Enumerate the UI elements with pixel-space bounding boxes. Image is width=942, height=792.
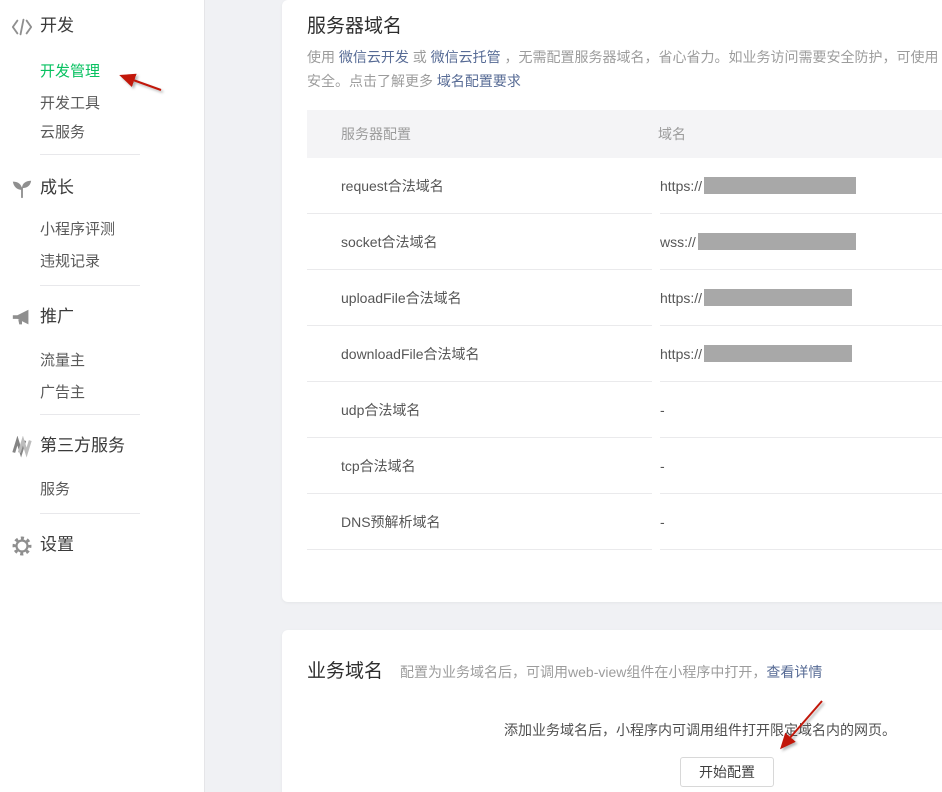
row-domain-value: - (660, 494, 942, 550)
business-domain-card: 业务域名 配置为业务域名后，可调用web-view组件在小程序中打开，查看详情 … (282, 630, 942, 792)
sidebar-section-settings[interactable]: 设置 (40, 535, 74, 555)
third-party-icon (11, 436, 33, 458)
table-row: DNS预解析域名 - (307, 494, 942, 550)
start-configuration-button[interactable]: 开始配置 (680, 757, 774, 787)
redacted-domain (704, 289, 852, 306)
sidebar-divider (40, 513, 140, 514)
table-header: 服务器配置 域名 (307, 110, 942, 158)
business-domain-note: 添加业务域名后，小程序内可调用组件打开限定域名内的网页。 (336, 720, 896, 740)
sidebar-item-cloud-service[interactable]: 云服务 (40, 124, 85, 142)
domain-prefix: https:// (660, 178, 702, 194)
server-domain-table: 服务器配置 域名 request合法域名 https:// socket合法域名… (307, 110, 942, 550)
table-row: tcp合法域名 - (307, 438, 942, 494)
redacted-domain (698, 233, 856, 250)
table-row: udp合法域名 - (307, 382, 942, 438)
header-server-config: 服务器配置 (307, 124, 658, 144)
business-domain-title: 业务域名 (307, 659, 383, 685)
header-domain: 域名 (658, 124, 942, 144)
sidebar-item-service[interactable]: 服务 (40, 481, 70, 499)
link-domain-config-requirements[interactable]: 域名配置要求 (437, 73, 521, 89)
gear-icon (11, 535, 33, 557)
row-config-label: tcp合法域名 (307, 438, 652, 494)
domain-prefix: https:// (660, 346, 702, 362)
business-domain-description: 配置为业务域名后，可调用web-view组件在小程序中打开，查看详情 (400, 662, 822, 682)
link-view-details[interactable]: 查看详情 (766, 664, 822, 680)
server-domain-card: 服务器域名 使用 微信云开发 或 微信云托管 ，无需配置服务器域名，省心省力。如… (282, 0, 942, 602)
sidebar-section-dev[interactable]: 开发 (40, 16, 74, 36)
row-domain-value: https:// (660, 270, 942, 326)
sidebar-section-growth[interactable]: 成长 (40, 178, 74, 198)
code-icon (11, 16, 33, 38)
description-line-1: 使用 微信云开发 或 微信云托管 ，无需配置服务器域名，省心省力。如业务访问需要… (307, 45, 942, 69)
row-domain-value: - (660, 438, 942, 494)
sidebar-divider (40, 285, 140, 286)
sidebar-divider (40, 414, 140, 415)
sidebar-item-dev-tools[interactable]: 开发工具 (40, 95, 100, 113)
table-row: uploadFile合法域名 https:// (307, 270, 942, 326)
sidebar: 开发 开发管理 开发工具 云服务 成长 小程序评测 违规记录 推广 流量主 广告… (0, 0, 205, 792)
sidebar-section-promotion[interactable]: 推广 (40, 307, 74, 327)
table-row: socket合法域名 wss:// (307, 214, 942, 270)
sidebar-item-miniprogram-evaluation[interactable]: 小程序评测 (40, 221, 115, 239)
link-wechat-cloud-dev[interactable]: 微信云开发 (339, 49, 409, 65)
row-config-label: request合法域名 (307, 158, 652, 214)
sidebar-item-traffic-owner[interactable]: 流量主 (40, 352, 85, 370)
domain-prefix: wss:// (660, 234, 696, 250)
sprout-icon (11, 178, 33, 200)
server-domain-description: 使用 微信云开发 或 微信云托管 ，无需配置服务器域名，省心省力。如业务访问需要… (307, 45, 942, 93)
row-config-label: downloadFile合法域名 (307, 326, 652, 382)
domain-empty-dash: - (660, 402, 665, 418)
server-domain-title: 服务器域名 (307, 14, 402, 40)
row-domain-value: https:// (660, 158, 942, 214)
domain-prefix: https:// (660, 290, 702, 306)
description-line-2: 安全。点击了解更多 域名配置要求 (307, 69, 942, 93)
redacted-domain (704, 345, 852, 362)
row-domain-value: https:// (660, 326, 942, 382)
row-domain-value: wss:// (660, 214, 942, 270)
row-config-label: udp合法域名 (307, 382, 652, 438)
domain-empty-dash: - (660, 458, 665, 474)
row-config-label: socket合法域名 (307, 214, 652, 270)
sidebar-item-advertiser[interactable]: 广告主 (40, 384, 85, 402)
domain-empty-dash: - (660, 514, 665, 530)
sidebar-item-dev-management[interactable]: 开发管理 (40, 63, 100, 81)
link-wechat-cloud-hosting[interactable]: 微信云托管 (431, 49, 501, 65)
row-config-label: uploadFile合法域名 (307, 270, 652, 326)
sidebar-item-violation-records[interactable]: 违规记录 (40, 253, 100, 271)
row-domain-value: - (660, 382, 942, 438)
redacted-domain (704, 177, 856, 194)
sidebar-divider (40, 154, 140, 155)
table-row: downloadFile合法域名 https:// (307, 326, 942, 382)
sidebar-section-third-party[interactable]: 第三方服务 (40, 436, 125, 456)
table-row: request合法域名 https:// (307, 158, 942, 214)
row-config-label: DNS预解析域名 (307, 494, 652, 550)
megaphone-icon (11, 307, 33, 329)
